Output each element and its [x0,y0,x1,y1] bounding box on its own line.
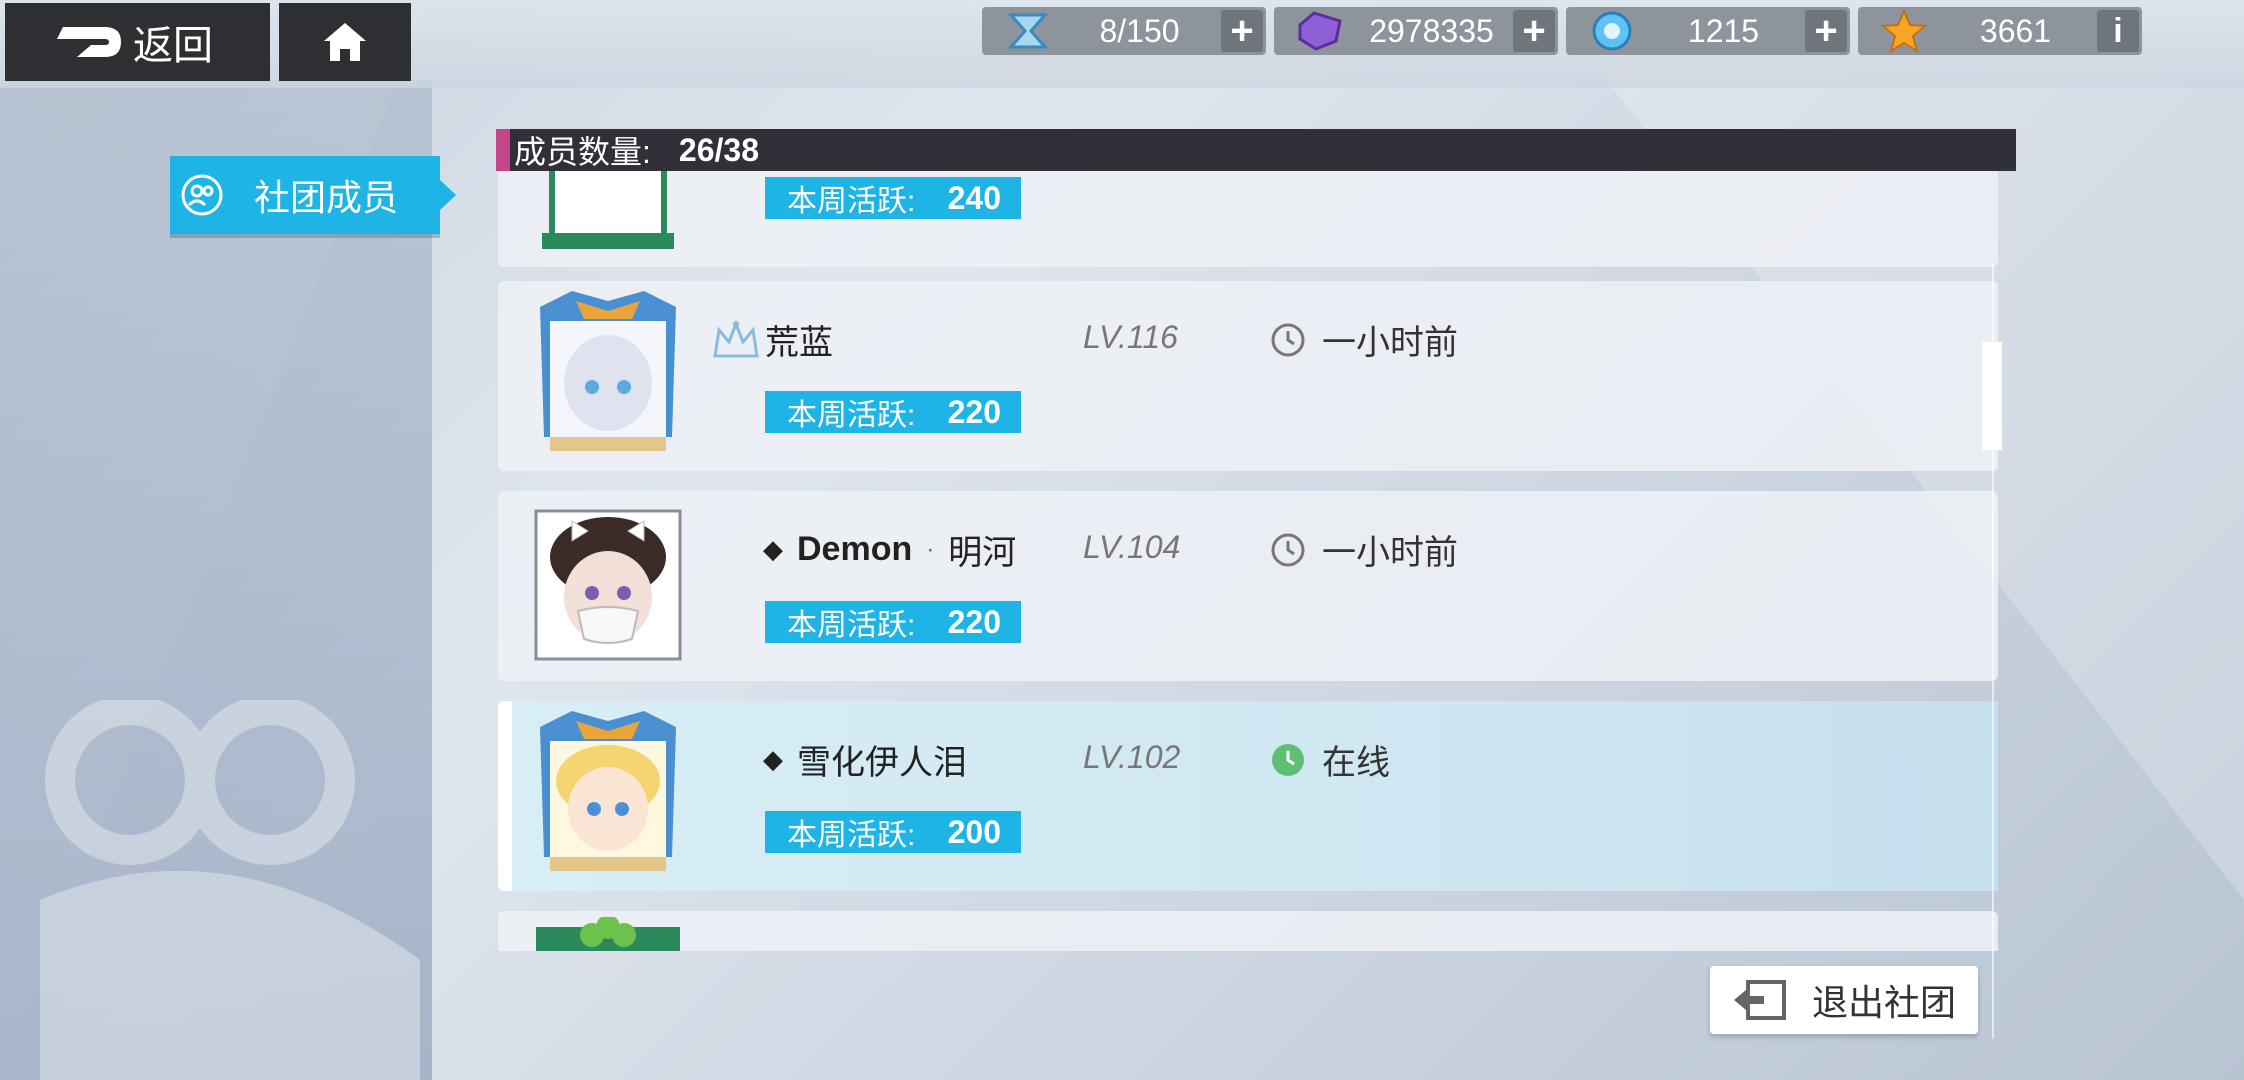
resource-stars: 3661 i [1858,7,2142,55]
purple-crystal-icon [1290,7,1350,55]
hourglass-icon [998,7,1058,55]
add-orbs-button[interactable]: + [1805,9,1847,53]
accent-marker [496,129,510,171]
home-button[interactable] [279,3,411,81]
info-button[interactable]: i [2097,10,2139,52]
member-list[interactable]: 本周活跃: 240 荒蓝 LV.116 一小时前 本周活跃: 220 ◆ Dem… [498,171,1998,951]
member-name: 荒蓝 [713,315,833,364]
members-icon [181,174,223,216]
avatar [532,915,684,951]
stamina-value: 8/150 [1099,12,1180,49]
member-name: ◆ Demon · 明河 [763,530,1017,572]
blue-orb-icon [1582,7,1642,55]
member-level: LV.104 [1083,529,1181,565]
crown-icon [713,319,759,357]
diamond-bullet-icon: ◆ [763,744,783,774]
member-level: LV.116 [1083,319,1178,355]
weekly-activity-badge: 本周活跃: 220 [765,601,1021,643]
stars-value: 3661 [1979,12,2052,49]
avatar [532,497,684,665]
resource-stamina: 8/150 + [982,7,1266,55]
member-status: 一小时前 [1270,525,1458,574]
exit-icon [1734,980,1786,1020]
add-stamina-button[interactable]: + [1221,9,1263,53]
avatar [532,171,684,251]
avatar [532,707,684,875]
list-item[interactable]: ◆ Demon · 明河 LV.104 一小时前 本周活跃: 220 [498,491,1998,681]
home-icon [324,23,366,61]
weekly-activity-badge: 本周活跃: 240 [765,177,1021,219]
star-icon [1874,7,1934,55]
resource-orbs: 1215 + [1566,7,1850,55]
member-status: 一小时前 [1270,315,1458,364]
scrollbar-thumb[interactable] [1982,342,2002,450]
clock-icon [1271,323,1305,356]
orbs-value: 1215 [1687,12,1760,49]
back-button[interactable]: 返回 [5,3,270,81]
member-status: 在线 [1270,735,1390,784]
tab-label: 社团成员 [254,177,399,218]
weekly-activity-badge: 本周活跃: 220 [765,391,1021,433]
member-name: ◆ 雪化伊人泪 [763,744,967,782]
diamond-bullet-icon: ◆ [763,534,783,564]
member-count-label: 成员数量: [514,134,651,170]
back-label: 返回 [133,24,213,68]
exit-label: 退出社团 [1812,982,1957,1023]
list-item[interactable]: 本周活跃: 240 [498,171,1998,267]
gems-value: 2978335 [1369,12,1494,49]
add-gems-button[interactable]: + [1513,9,1555,53]
rose-emblem-watermark [40,700,420,1080]
member-level: LV.102 [1083,739,1181,775]
name-separator: · [926,535,935,563]
member-count-value: 26/38 [678,131,759,168]
tab-club-members[interactable]: 社团成员 [170,156,456,234]
list-item[interactable]: 荒蓝 LV.116 一小时前 本周活跃: 220 [498,281,1998,471]
clock-icon [1271,533,1305,566]
avatar [532,287,684,455]
member-count-bar: 成员数量: 26/38 [496,129,2016,171]
list-item[interactable] [498,911,1998,951]
online-clock-icon [1272,743,1304,776]
top-bar: 返回 8/150 + 2978335 + 1215 + 3661 i [0,0,2244,88]
list-item[interactable]: ◆ 雪化伊人泪 LV.102 在线 本周活跃: 200 [498,701,1998,891]
back-arrow-icon [57,27,121,57]
exit-club-button[interactable]: 退出社团 [1710,966,1978,1034]
resource-gems: 2978335 + [1274,7,1558,55]
weekly-activity-badge: 本周活跃: 200 [765,811,1021,853]
